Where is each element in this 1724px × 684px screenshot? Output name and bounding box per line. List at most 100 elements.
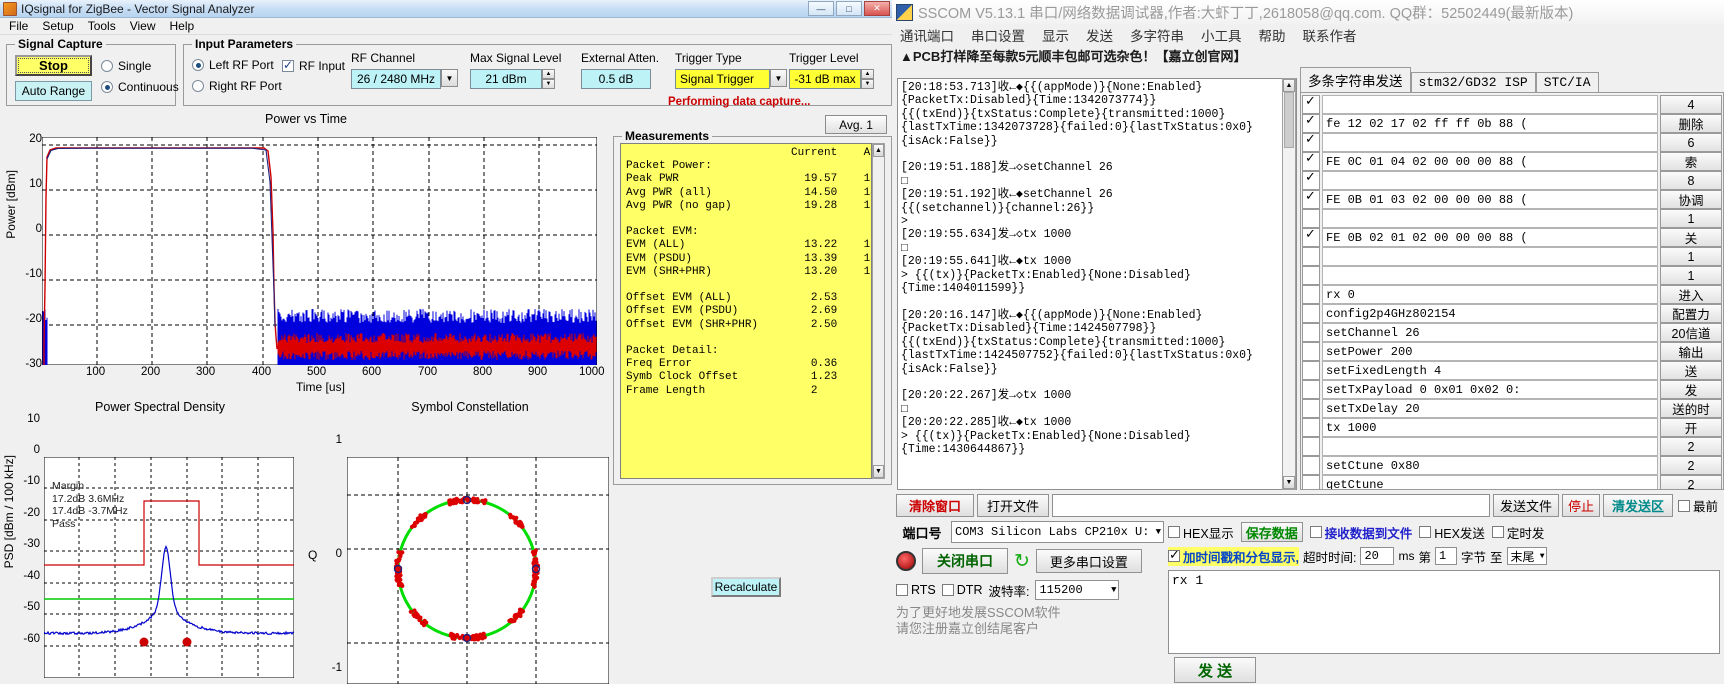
command-send-button[interactable]: 发	[1660, 380, 1722, 399]
minimize-icon[interactable]: —	[808, 1, 834, 16]
timed-send-checkbox[interactable]: 定时发	[1492, 523, 1545, 542]
command-checkbox[interactable]	[1302, 285, 1320, 304]
menu-item-file[interactable]: File	[3, 18, 34, 34]
command-send-button[interactable]: 1	[1660, 209, 1722, 228]
command-checkbox[interactable]	[1302, 247, 1320, 266]
command-checkbox[interactable]	[1302, 380, 1320, 399]
baud-select[interactable]: 115200 ▼	[1035, 580, 1119, 600]
command-checkbox[interactable]	[1302, 475, 1320, 490]
file-path-input[interactable]	[1052, 494, 1490, 517]
clear-window-button[interactable]: 清除窗口	[896, 494, 974, 517]
external-atten-value[interactable]: 0.5 dB	[581, 69, 651, 89]
timestamp-checkbox[interactable]: 加时间戳和分包显示,	[1168, 547, 1299, 566]
command-send-button[interactable]: 2	[1660, 456, 1722, 475]
command-send-button[interactable]: 关	[1660, 228, 1722, 247]
clear-send-area-button[interactable]: 清发送区	[1603, 494, 1673, 517]
command-send-button[interactable]: 2	[1660, 437, 1722, 456]
command-checkbox[interactable]	[1302, 437, 1320, 456]
command-send-button[interactable]: 进入	[1660, 285, 1722, 304]
tab-multi-string-send[interactable]: 多条字符串发送	[1300, 67, 1411, 92]
command-send-button[interactable]: 开	[1660, 418, 1722, 437]
measurements-scrollbar[interactable]: ▲ ▼	[872, 143, 885, 479]
close-port-button[interactable]: 关闭串口	[922, 548, 1008, 574]
byte-input[interactable]: 1	[1435, 547, 1457, 565]
port-select[interactable]: COM3 Silicon Labs CP210x U: ▼	[951, 521, 1164, 543]
radio-single[interactable]: Single	[101, 59, 179, 73]
chevron-down-icon[interactable]: ▼	[1156, 527, 1161, 537]
menu-item-help[interactable]: 帮助	[1259, 25, 1286, 45]
send-area-input[interactable]: rx 1	[1168, 570, 1720, 654]
timeout-input[interactable]: 20	[1360, 547, 1394, 565]
scroll-up-icon[interactable]: ▲	[873, 144, 884, 157]
scroll-down-icon[interactable]: ▼	[873, 465, 884, 478]
radio-continuous[interactable]: Continuous	[101, 80, 179, 94]
trigger-level-value[interactable]: -31 dB max	[789, 69, 861, 89]
command-text-input[interactable]: FE 0B 01 03 02 00 00 00 88 (	[1322, 190, 1658, 209]
command-send-button[interactable]: 2	[1660, 475, 1722, 490]
command-text-input[interactable]	[1322, 95, 1658, 114]
command-text-input[interactable]: setChannel 26	[1322, 323, 1658, 342]
command-text-input[interactable]	[1322, 437, 1658, 456]
more-settings-button[interactable]: 更多串口设置	[1036, 549, 1142, 573]
max-signal-level-stepper[interactable]: ▲▼	[542, 69, 555, 89]
close-icon[interactable]: ✕	[864, 1, 890, 16]
command-send-button[interactable]: 20信道	[1660, 323, 1722, 342]
sscom-ad-banner[interactable]: ▲PCB打样降至每款5元顺丰包邮可选杂色！【嘉立创官网】	[892, 46, 1724, 64]
menu-item-view[interactable]: View	[124, 18, 162, 34]
command-text-input[interactable]: FE 0C 01 04 02 00 00 00 88 (	[1322, 152, 1658, 171]
menu-item-tools[interactable]: Tools	[82, 18, 122, 34]
stop-button[interactable]: 停止	[1562, 494, 1600, 517]
command-checkbox[interactable]	[1302, 418, 1320, 437]
rts-checkbox[interactable]: RTS	[896, 583, 936, 597]
radio-right-rf-port[interactable]: Right RF Port	[192, 79, 282, 93]
command-text-input[interactable]: setTxDelay 20	[1322, 399, 1658, 418]
command-checkbox[interactable]	[1302, 228, 1320, 247]
command-text-input[interactable]: setTxPayload 0 0x01 0x02 0:	[1322, 380, 1658, 399]
command-checkbox[interactable]	[1302, 190, 1320, 209]
avg-button[interactable]: Avg. 1	[825, 115, 887, 134]
open-file-button[interactable]: 打开文件	[977, 494, 1049, 517]
scrollbar-thumb[interactable]	[1284, 92, 1294, 148]
command-send-button[interactable]: 送的时	[1660, 399, 1722, 418]
menu-item-serial-settings[interactable]: 串口设置	[971, 25, 1025, 45]
command-text-input[interactable]: getCtune	[1322, 475, 1658, 490]
menu-item-display[interactable]: 显示	[1042, 25, 1069, 45]
hex-display-checkbox[interactable]: HEX显示	[1168, 523, 1234, 542]
maximize-icon[interactable]: □	[836, 1, 862, 16]
command-send-button[interactable]: 协调	[1660, 190, 1722, 209]
send-button[interactable]: 发 送	[1174, 657, 1256, 683]
command-text-input[interactable]: fe 12 02 17 02 ff ff 0b 88 (	[1322, 114, 1658, 133]
command-checkbox[interactable]	[1302, 304, 1320, 323]
stop-button[interactable]: Stop	[15, 55, 92, 76]
command-send-button[interactable]: 配置力	[1660, 304, 1722, 323]
menu-item-setup[interactable]: Setup	[36, 18, 79, 34]
scrollbar-track[interactable]	[1283, 92, 1295, 476]
dtr-checkbox[interactable]: DTR	[942, 583, 983, 597]
chevron-down-icon[interactable]: ▼	[441, 69, 458, 87]
terminal-scrollbar[interactable]: ▲ ▼	[1282, 78, 1296, 490]
menu-item-tools[interactable]: 小工具	[1201, 25, 1242, 45]
command-text-input[interactable]	[1322, 266, 1658, 285]
rf-channel-combo[interactable]: 26 / 2480 MHz ▼	[351, 69, 458, 89]
topmost-checkbox[interactable]: 最前	[1676, 494, 1720, 517]
byte-end-select[interactable]: 末尾 ▼	[1507, 547, 1547, 565]
command-text-input[interactable]: tx 1000	[1322, 418, 1658, 437]
tab-stc-iap[interactable]: STC/IA	[1536, 72, 1599, 92]
command-send-button[interactable]: 送	[1660, 361, 1722, 380]
recv-to-file-checkbox[interactable]: 接收数据到文件	[1310, 523, 1413, 542]
max-signal-level-value[interactable]: 21 dBm	[470, 69, 542, 89]
radio-left-rf-port[interactable]: Left RF Port	[192, 58, 282, 72]
command-send-button[interactable]: 8	[1660, 171, 1722, 190]
command-send-button[interactable]: 6	[1660, 133, 1722, 152]
command-checkbox[interactable]	[1302, 399, 1320, 418]
scroll-down-icon[interactable]: ▼	[1283, 476, 1295, 489]
command-text-input[interactable]: setFixedLength 4	[1322, 361, 1658, 380]
command-text-input[interactable]	[1322, 247, 1658, 266]
command-text-input[interactable]: config2p4GHz802154	[1322, 304, 1658, 323]
command-checkbox[interactable]	[1302, 323, 1320, 342]
terminal-output[interactable]: [20:18:53.713]收←◆{{(appMode)}{None:Enabl…	[897, 78, 1297, 490]
command-text-input[interactable]: rx 0	[1322, 285, 1658, 304]
auto-range-button[interactable]: Auto Range	[15, 81, 92, 101]
command-send-button[interactable]: 索	[1660, 152, 1722, 171]
refresh-icon[interactable]: ↻	[1014, 550, 1030, 573]
